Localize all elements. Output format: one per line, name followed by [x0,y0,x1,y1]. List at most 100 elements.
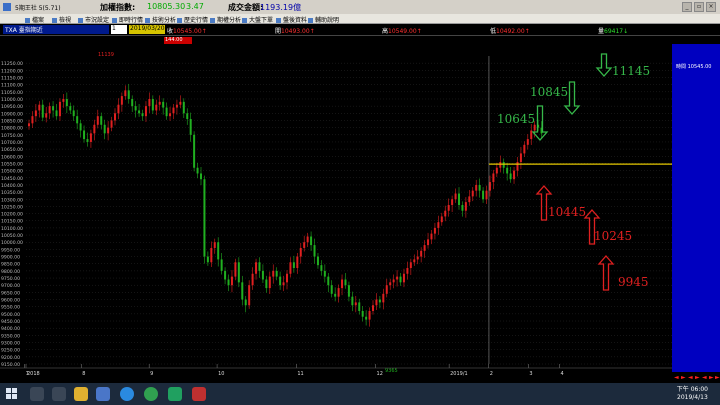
candle-body [31,116,34,124]
candle-body [89,133,92,142]
candle-body [155,104,158,111]
page-right-icon[interactable]: ► [709,374,714,381]
candlestick-chart[interactable]: 11250.0011200.0011150.00 11100.0011050.00… [0,44,720,376]
browser-icon[interactable] [120,387,134,401]
trading-app-icon[interactable] [192,387,206,401]
candle-body [316,256,319,266]
x-tick-label: 2 [490,371,493,376]
candle-body [378,299,381,303]
y-tick-label: 10200.00 [1,212,23,218]
y-tick-label: 9850.00 [1,262,20,268]
candle-body [203,179,206,257]
symbol-select[interactable]: TXA 臺指期近 [3,25,109,34]
candle-body [96,116,99,125]
candle-body [420,250,423,257]
y-tick-label: 10400.00 [1,183,23,189]
menu-item-technical[interactable]: 技術分析 [145,15,176,24]
close-quote: 收10545.00↑ [167,28,207,35]
candle-body [138,110,141,114]
candle-body [237,262,240,283]
candle-body [516,162,519,171]
page-left-icon[interactable]: ◄ [702,374,707,381]
menu-item-options[interactable]: 期權分析 [210,15,241,24]
candle-body [134,106,137,111]
x-tick-label: 9 [150,371,153,376]
help-icon [308,18,313,23]
candle-body [427,239,430,246]
start-icon[interactable] [6,388,18,400]
candle-body [330,285,333,294]
restore-icon[interactable]: ▫ [694,2,704,12]
y-tick-label: 10050.00 [1,233,23,239]
candle-body [172,107,175,114]
candle-body [162,101,165,108]
menu-item-view[interactable]: 檢視 [52,15,71,24]
y-tick-label: 11000.00 [1,97,23,103]
menu-item-afterhours[interactable]: 盤後資料 [276,15,307,24]
candle-body [303,242,306,248]
candle-body [506,167,509,174]
app-title: 5期王社 5(5.71) [15,5,61,12]
candle-body [361,310,364,317]
menu-item-history[interactable]: 歷史行情 [177,15,208,24]
candle-body [375,299,378,306]
candle-body [347,285,350,297]
candle-body [437,222,440,228]
y-tick-label: 9450.00 [1,319,20,325]
app-icon-2[interactable] [168,387,182,401]
candle-body [255,262,258,274]
menu-item-realtime[interactable]: 即時行情 [112,15,143,24]
y-tick-label: 9300.00 [1,341,20,347]
settings-icon [78,18,83,23]
candle-body [471,190,474,197]
menu-item-order[interactable]: 大盤下單 [242,15,273,24]
x-tick-label: 8 [82,371,85,376]
candle-body [28,123,30,127]
search-icon[interactable] [30,387,44,401]
taskview-icon[interactable] [52,387,66,401]
close-icon[interactable]: × [706,2,716,12]
menu-item-file[interactable]: 檔案 [25,15,44,24]
price-tag: 144.00 [164,37,192,44]
candle-body [389,282,392,286]
scroll-right-icon[interactable]: ► [681,374,686,381]
candle-body [124,90,127,97]
scroll-left-icon[interactable]: ◄ [674,374,679,381]
chrome-icon[interactable] [144,387,158,401]
candle-body [495,167,498,174]
candle-body [268,276,271,289]
taskbar: 下午 06:00 2019/4/13 [0,383,720,405]
date-field[interactable]: 2019/03/20 [129,25,165,34]
candle-body [45,113,48,118]
store-icon[interactable] [96,387,110,401]
candle-body [530,130,533,140]
minimize-icon[interactable]: _ [682,2,692,12]
annotation-label: 10445 [548,205,586,219]
zoom-right-icon[interactable]: ► [695,374,700,381]
candle-body [120,96,123,105]
candle-body [440,216,443,223]
zoom-left-icon[interactable]: ◄ [688,374,693,381]
candle-body [34,110,37,117]
candle-body [344,279,347,286]
menu-item-market-settings[interactable]: 市況設定 [78,15,109,24]
menu-item-help[interactable]: 輔助說明 [308,15,339,24]
candle-body [110,120,113,128]
candle-body [182,101,185,114]
candle-body [358,302,361,311]
period-select[interactable]: 1 [111,25,127,34]
candle-body [76,116,79,124]
candle-body [220,259,223,271]
clock: 下午 06:00 2019/4/13 [676,386,708,401]
turnover-value: 1193.19億 [260,3,302,12]
y-tick-label: 9400.00 [1,326,20,332]
options-icon [210,18,215,23]
candle-body [306,236,309,243]
end-icon[interactable]: ► [715,374,720,381]
folder-icon[interactable] [74,387,88,401]
candle-body [186,113,189,120]
y-tick-label: 10950.00 [1,104,23,110]
candle-body [41,104,44,118]
candle-body [48,106,51,114]
candle-body [210,247,213,263]
